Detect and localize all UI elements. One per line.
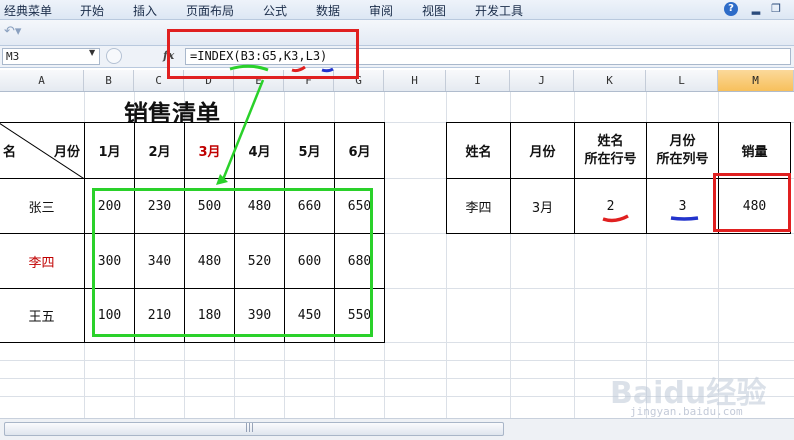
grip-icon: ||| bbox=[245, 423, 255, 433]
blue-mark-stroke bbox=[670, 216, 699, 221]
arrow-head-icon bbox=[216, 174, 228, 185]
scrollbar-thumb[interactable]: ||| bbox=[4, 422, 504, 436]
red-underline-stroke bbox=[291, 65, 306, 73]
green-underline-stroke bbox=[229, 64, 269, 72]
horizontal-scrollbar[interactable]: ||| bbox=[0, 418, 794, 440]
blue-underline-stroke bbox=[321, 67, 334, 73]
watermark-url: jingyan.baidu.com bbox=[630, 405, 743, 418]
green-arrow-line bbox=[220, 79, 265, 183]
red-mark-stroke bbox=[602, 214, 629, 223]
